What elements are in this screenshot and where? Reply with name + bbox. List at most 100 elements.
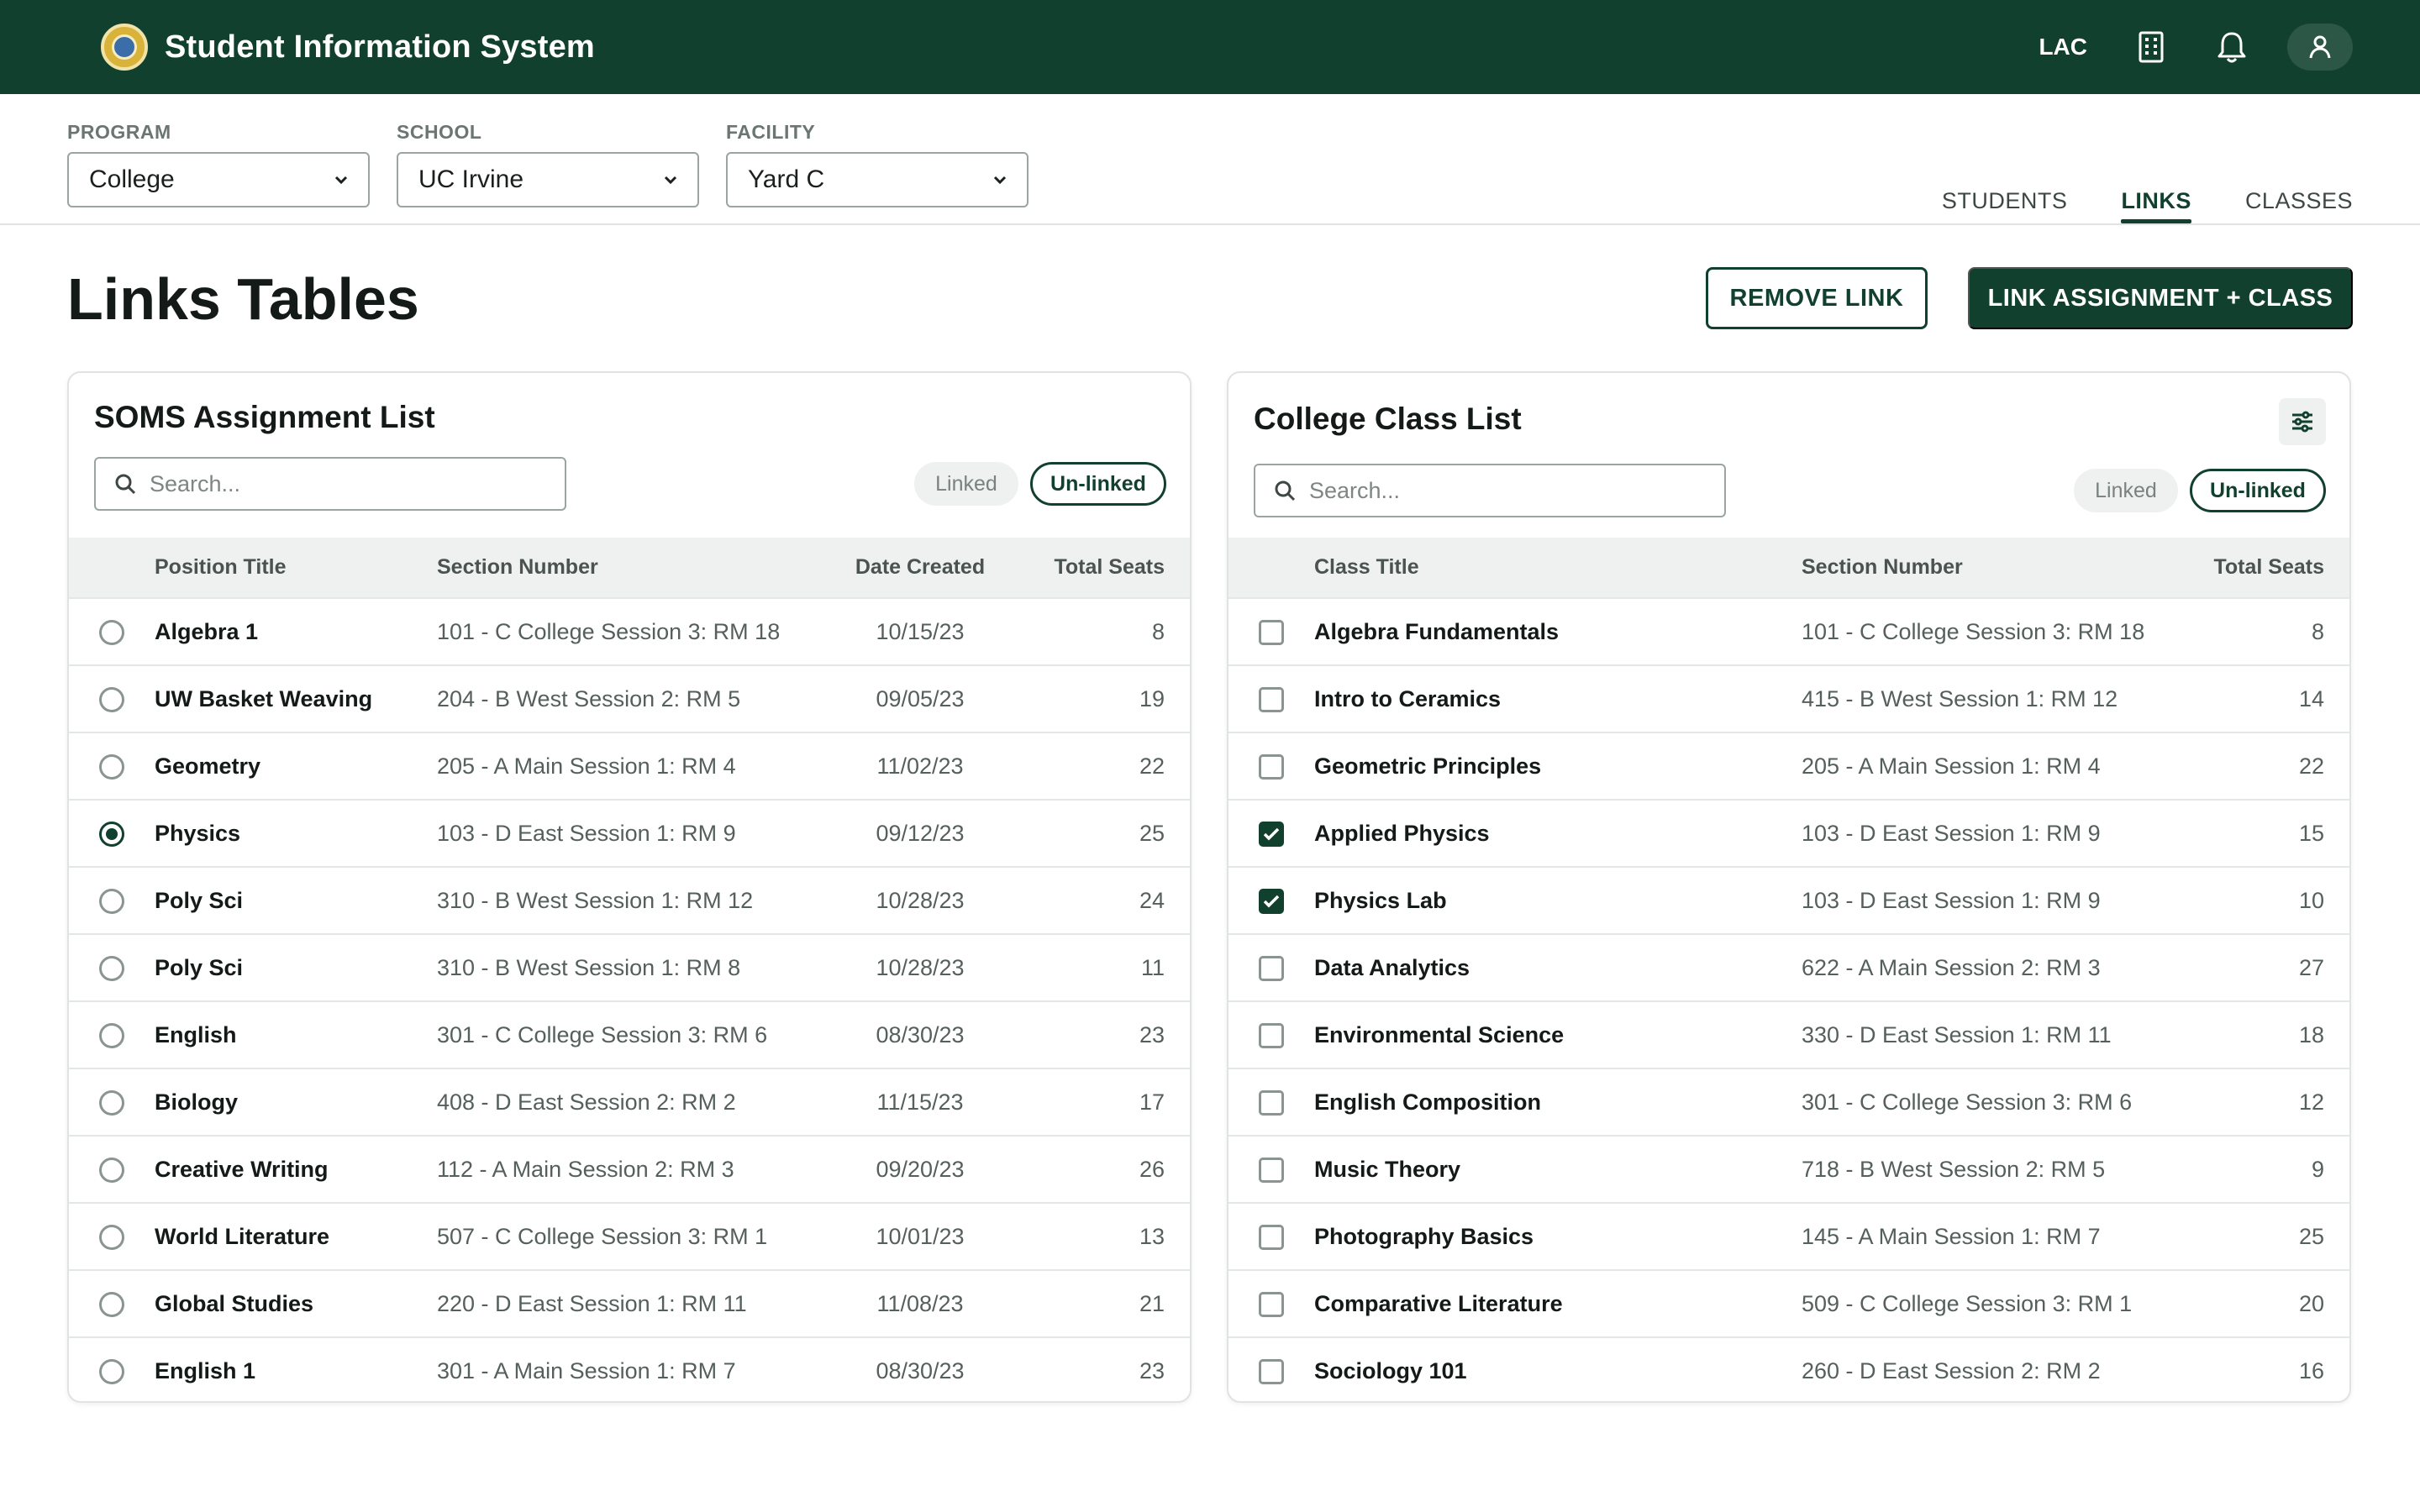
- row-checkbox[interactable]: [1259, 1224, 1284, 1250]
- select-cell: [69, 598, 155, 665]
- row-checkbox[interactable]: [1259, 1089, 1284, 1116]
- position-title: Creative Writing: [155, 1156, 329, 1182]
- select-cell: [69, 1068, 155, 1136]
- tab-students[interactable]: STUDENTS: [1942, 188, 2068, 221]
- row-checkbox[interactable]: [1259, 1291, 1284, 1317]
- row-radio[interactable]: [99, 1291, 124, 1317]
- table-row[interactable]: Poly Sci 310 - B West Session 1: RM 12 10/…: [69, 867, 1190, 934]
- column-header[interactable]: Total Seats: [1000, 538, 1190, 598]
- row-radio[interactable]: [99, 1224, 124, 1250]
- row-radio[interactable]: [99, 1359, 124, 1385]
- user-avatar[interactable]: [2287, 24, 2353, 71]
- row-checkbox[interactable]: [1259, 888, 1284, 914]
- table-row[interactable]: World Literature 507 - C College Session …: [69, 1203, 1190, 1270]
- row-radio[interactable]: [99, 955, 124, 981]
- table-header-row: Position Title Section Number Date Creat…: [69, 538, 1190, 598]
- section-number: 112 - A Main Session 2: RM 3: [437, 1156, 734, 1182]
- table-row[interactable]: Geometry 205 - A Main Session 1: RM 4 11/0…: [69, 732, 1190, 800]
- select-cell: [69, 800, 155, 867]
- section-number: 415 - B West Session 1: RM 12: [1802, 685, 2118, 711]
- table-row[interactable]: Environmental Science 330 - D East Sessio…: [1228, 1001, 2349, 1068]
- class-title: Data Analytics: [1314, 954, 1470, 980]
- linked-filter-pill[interactable]: Linked: [914, 462, 1018, 506]
- select-cell: [69, 1337, 155, 1401]
- position-title: English: [155, 1021, 237, 1047]
- row-checkbox[interactable]: [1259, 686, 1284, 712]
- total-seats: 23: [1139, 1021, 1165, 1047]
- column-header[interactable]: Section Number: [437, 538, 840, 598]
- row-checkbox[interactable]: [1259, 821, 1284, 847]
- table-row[interactable]: Physics Lab 103 - D East Session 1: RM 9 1…: [1228, 867, 2349, 934]
- row-radio[interactable]: [99, 753, 124, 780]
- remove-link-button[interactable]: REMOVE LINK: [1706, 267, 1928, 329]
- column-header[interactable]: Section Number: [1802, 538, 2154, 598]
- total-seats: 17: [1139, 1089, 1165, 1115]
- total-seats: 22: [1139, 753, 1165, 779]
- column-header[interactable]: Class Title: [1314, 538, 1802, 598]
- search-input[interactable]: Search...: [94, 457, 566, 511]
- table-row[interactable]: Algebra 1 101 - C College Session 3: RM 1…: [69, 598, 1190, 665]
- tab-links[interactable]: LINKS: [2121, 188, 2191, 223]
- table-row[interactable]: UW Basket Weaving 204 - B West Session 2:…: [69, 665, 1190, 732]
- linked-filter-pill[interactable]: Linked: [2074, 469, 2178, 512]
- table-row[interactable]: Comparative Literature 509 - C College Se…: [1228, 1270, 2349, 1337]
- class-title: Comparative Literature: [1314, 1290, 1563, 1316]
- row-checkbox[interactable]: [1259, 1157, 1284, 1183]
- table-row[interactable]: Sociology 101 260 - D East Session 2: RM …: [1228, 1337, 2349, 1401]
- table-row[interactable]: English 1 301 - A Main Session 1: RM 7 08/…: [69, 1337, 1190, 1401]
- checkmark-icon: [1263, 895, 1280, 908]
- select-cell: [1228, 1203, 1314, 1270]
- unlinked-filter-pill[interactable]: Un-linked: [1030, 462, 1166, 506]
- table-row[interactable]: Intro to Ceramics 415 - B West Session 1:…: [1228, 665, 2349, 732]
- facility-label: FACILITY: [726, 121, 816, 143]
- row-radio[interactable]: [99, 821, 124, 847]
- row-radio[interactable]: [99, 686, 124, 712]
- row-radio[interactable]: [99, 1157, 124, 1183]
- row-radio[interactable]: [99, 619, 124, 645]
- row-radio[interactable]: [99, 1022, 124, 1048]
- table-row[interactable]: Geometric Principles 205 - A Main Session…: [1228, 732, 2349, 800]
- program-select[interactable]: College: [67, 152, 370, 207]
- table-row[interactable]: Applied Physics 103 - D East Session 1: R…: [1228, 800, 2349, 867]
- row-radio[interactable]: [99, 1089, 124, 1116]
- search-input[interactable]: Search...: [1254, 464, 1726, 517]
- row-checkbox[interactable]: [1259, 1022, 1284, 1048]
- class-title: Photography Basics: [1314, 1223, 1534, 1249]
- unlinked-filter-pill[interactable]: Un-linked: [2190, 469, 2326, 512]
- table-row[interactable]: Global Studies 220 - D East Session 1: RM…: [69, 1270, 1190, 1337]
- facility-select[interactable]: Yard C: [726, 152, 1028, 207]
- total-seats: 27: [2298, 954, 2324, 980]
- school-select[interactable]: UC Irvine: [397, 152, 699, 207]
- table-row[interactable]: Biology 408 - D East Session 2: RM 2 11/15…: [69, 1068, 1190, 1136]
- top-bar-actions: LAC: [2039, 22, 2353, 72]
- total-seats: 25: [2298, 1223, 2324, 1249]
- column-header[interactable]: Date Created: [840, 538, 1000, 598]
- row-checkbox[interactable]: [1259, 619, 1284, 645]
- column-header[interactable]: Total Seats: [2154, 538, 2349, 598]
- table-row[interactable]: Creative Writing 112 - A Main Session 2: …: [69, 1136, 1190, 1203]
- table-row[interactable]: English 301 - C College Session 3: RM 6 08…: [69, 1001, 1190, 1068]
- table-row[interactable]: Poly Sci 310 - B West Session 1: RM 8 10/2…: [69, 934, 1190, 1001]
- bell-icon[interactable]: [2207, 22, 2257, 72]
- section-number: 260 - D East Session 2: RM 2: [1802, 1358, 2101, 1383]
- row-checkbox[interactable]: [1259, 955, 1284, 981]
- table-row[interactable]: English Composition 301 - C College Sessi…: [1228, 1068, 2349, 1136]
- class-title: English Composition: [1314, 1089, 1541, 1115]
- link-assignment-class-button[interactable]: LINK ASSIGNMENT + CLASS: [1968, 267, 2353, 329]
- row-checkbox[interactable]: [1259, 753, 1284, 780]
- row-radio[interactable]: [99, 888, 124, 914]
- tab-classes[interactable]: CLASSES: [2245, 188, 2353, 221]
- filter-settings-button[interactable]: [2279, 398, 2326, 445]
- building-icon[interactable]: [2126, 22, 2176, 72]
- position-title: Physics: [155, 820, 241, 846]
- column-header[interactable]: Position Title: [155, 538, 437, 598]
- table-row[interactable]: Data Analytics 622 - A Main Session 2: RM…: [1228, 934, 2349, 1001]
- table-row[interactable]: Physics 103 - D East Session 1: RM 9 09/12…: [69, 800, 1190, 867]
- table-row[interactable]: Photography Basics 145 - A Main Session 1…: [1228, 1203, 2349, 1270]
- user-code[interactable]: LAC: [2039, 34, 2087, 60]
- section-number: 103 - D East Session 1: RM 9: [1802, 820, 2101, 846]
- table-row[interactable]: Algebra Fundamentals 101 - C College Sess…: [1228, 598, 2349, 665]
- table-row[interactable]: Music Theory 718 - B West Session 2: RM 5…: [1228, 1136, 2349, 1203]
- row-checkbox[interactable]: [1259, 1359, 1284, 1385]
- date-created: 09/20/23: [876, 1156, 965, 1182]
